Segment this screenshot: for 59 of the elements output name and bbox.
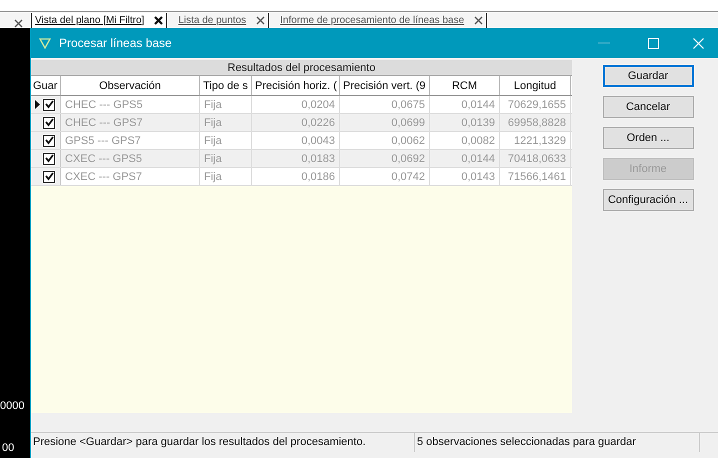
axis-label: 0000	[0, 399, 24, 414]
group-header: Resultados del procesamiento	[31, 60, 572, 76]
table-cell: 70629,1655	[500, 96, 571, 113]
status-text: Presione <Guardar> para guardar los resultados del procesamiento.	[31, 433, 415, 452]
checkbox[interactable]	[43, 134, 55, 146]
table-cell: 0,0139	[430, 114, 500, 131]
table-cell: Fija	[200, 150, 252, 167]
table-cell: 0,0204	[252, 96, 340, 113]
dialog-button[interactable]: Orden ...	[602, 127, 694, 149]
triangle-icon	[39, 38, 51, 48]
table-cell: 71566,1461	[500, 168, 571, 185]
table-cell: 0,0183	[252, 150, 340, 167]
table-cell: 0,0043	[252, 132, 340, 149]
table-cell: CHEC --- GPS5	[61, 96, 200, 113]
dialog-button[interactable]: Cancelar	[602, 96, 694, 118]
table-cell: CXEC --- GPS5	[61, 150, 200, 167]
table-cell: Fija	[200, 96, 252, 113]
close-icon[interactable]	[154, 16, 164, 25]
table-cell: 0,0692	[340, 150, 430, 167]
close-icon[interactable]	[14, 19, 23, 28]
table-cell: 0,0675	[340, 96, 430, 113]
checkbox[interactable]	[43, 116, 55, 128]
table-cell: 70418,0633	[500, 150, 571, 167]
close-icon[interactable]	[474, 16, 484, 25]
column-header[interactable]: Precisión vert. (9	[340, 76, 430, 95]
table-cell: 0,0699	[340, 114, 430, 131]
table-cell: Fija	[200, 114, 252, 131]
column-header[interactable]: Observación	[61, 76, 200, 95]
table-cell: 0,0226	[252, 114, 340, 131]
table-cell: CXEC --- GPS7	[61, 168, 200, 185]
table-cell: 0,0186	[252, 168, 340, 185]
column-header[interactable]: RCM	[430, 76, 500, 95]
axis-label: 00	[2, 441, 14, 456]
column-header[interactable]: Guar	[31, 76, 61, 95]
table-cell: 0,0082	[430, 132, 500, 149]
table-cell: CHEC --- GPS7	[61, 114, 200, 131]
status-text: 5 observaciones seleccionadas para guardar	[415, 433, 700, 452]
table-cell: 0,0144	[430, 150, 500, 167]
maximize-icon[interactable]	[648, 38, 659, 48]
table-cell: 1221,1329	[500, 132, 571, 149]
table-cell: Fija	[200, 132, 252, 149]
table-cell: Fija	[200, 168, 252, 185]
checkbox[interactable]	[43, 152, 55, 164]
table-cell: 0,0143	[430, 168, 500, 185]
dialog-button[interactable]: Configuración ...	[602, 189, 694, 211]
window-title: Procesar líneas base	[59, 35, 172, 52]
close-icon[interactable]	[256, 16, 266, 25]
checkbox[interactable]	[43, 98, 55, 110]
dialog-button[interactable]: Guardar	[602, 65, 694, 87]
column-header[interactable]: Longitud	[500, 76, 571, 95]
table-cell: GPS5 --- GPS7	[61, 132, 200, 149]
table-cell: 69958,8828	[500, 114, 571, 131]
table-cell: 0,0062	[340, 132, 430, 149]
document-tab[interactable]: Vista del plano [Mi Filtro]	[31, 13, 168, 28]
checkbox[interactable]	[43, 170, 55, 182]
table-cell: 0,0144	[430, 96, 500, 113]
column-header[interactable]: Precisión horiz. (	[252, 76, 340, 95]
column-header[interactable]: Tipo de s	[200, 76, 252, 95]
table-cell: 0,0742	[340, 168, 430, 185]
